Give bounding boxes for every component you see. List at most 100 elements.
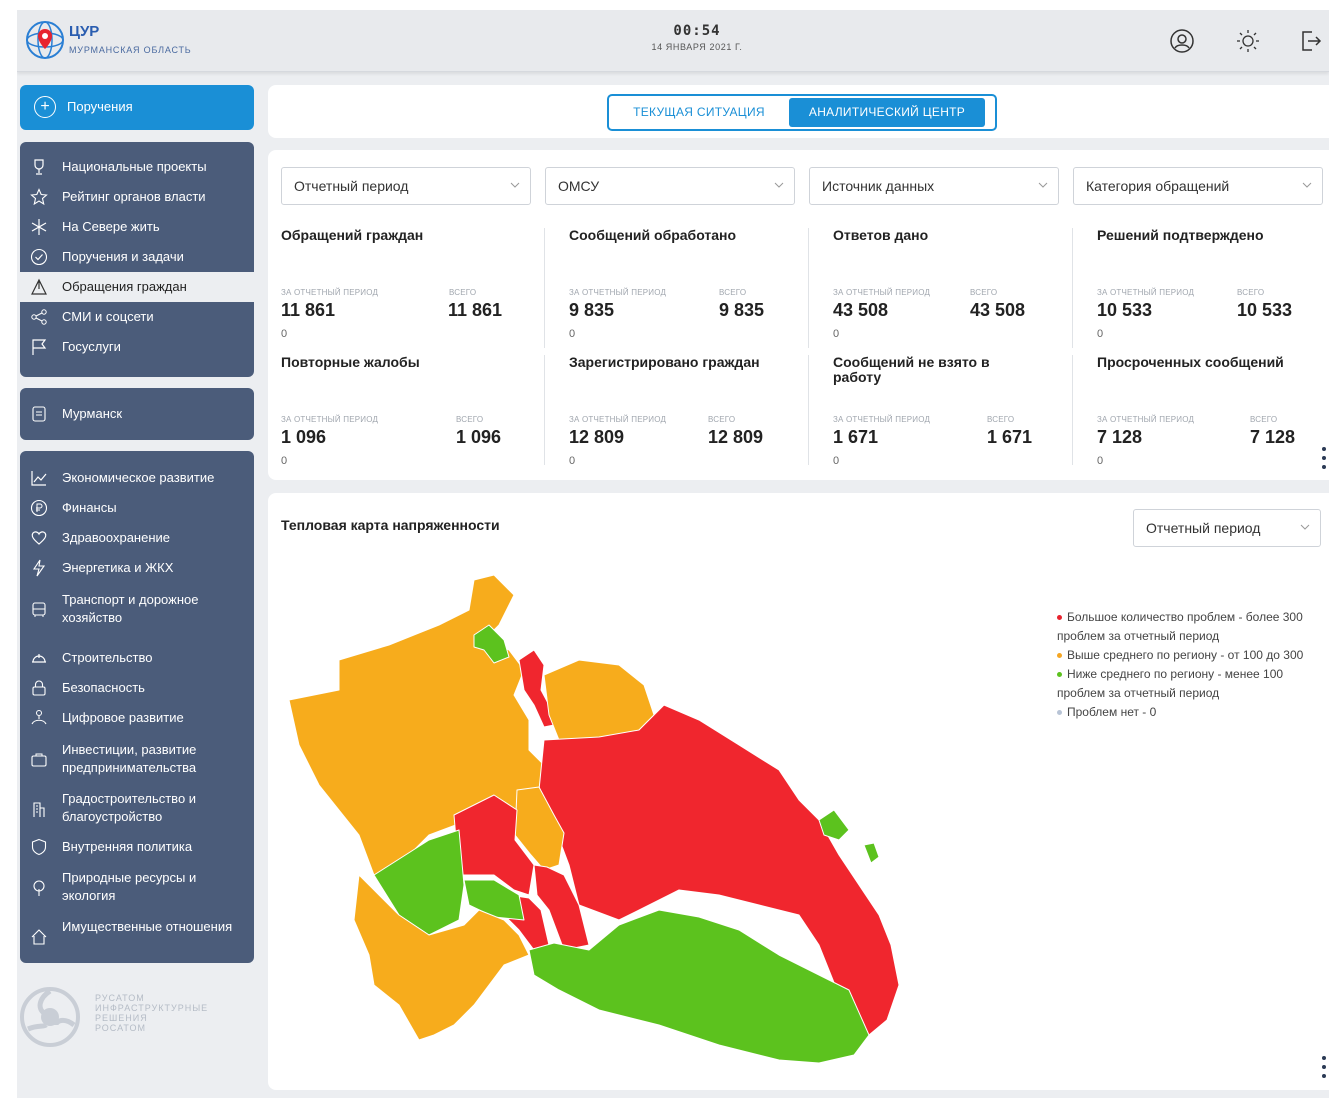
sun-icon[interactable]: [1235, 28, 1261, 54]
chevron-down-icon: [510, 182, 520, 188]
sidebar-item-finance[interactable]: Финансы: [20, 493, 254, 523]
stat-total-label: ВСЕГО: [1237, 288, 1265, 297]
sidebar-item-energy[interactable]: Энергетика и ЖКХ: [20, 553, 254, 583]
stat-period-label: ЗА ОТЧЕТНЫЙ ПЕРИОД: [1097, 415, 1195, 424]
stat-overdue: Просроченных сообщений ЗА ОТЧЕТНЫЙ ПЕРИО…: [1097, 355, 1317, 475]
logout-icon[interactable]: [1297, 28, 1323, 54]
legend-item-below: Ниже среднего по региону - менее 100 про…: [1057, 667, 1284, 700]
bolt-icon: [32, 559, 46, 577]
sidebar-item-urban[interactable]: Градостроительство и благоустройство: [20, 790, 254, 828]
logo-icon[interactable]: [25, 20, 65, 60]
sidebar-item-gosuslugi[interactable]: Госуслуги: [20, 332, 254, 362]
sidebar-item-label: Национальные проекты: [62, 159, 207, 174]
region-northeast[interactable]: [543, 659, 655, 741]
sidebar-item-economy[interactable]: Экономическое развитие: [20, 463, 254, 493]
stat-delta: 0: [569, 328, 576, 340]
stat-title: Решений подтверждено: [1097, 227, 1264, 243]
sidebar-item-label: Госуслуги: [62, 339, 121, 354]
legend-dot: [1057, 615, 1062, 621]
stat-delta: 0: [569, 455, 576, 467]
stat-registered: Зарегистрировано граждан ЗА ОТЧЕТНЫЙ ПЕР…: [569, 355, 815, 475]
region-coast-green-2[interactable]: [863, 842, 880, 864]
stat-total-value: 9 835: [719, 300, 765, 320]
filter-category[interactable]: Категория обращений: [1073, 167, 1323, 205]
tab-current-situation[interactable]: ТЕКУЩАЯ СИТУАЦИЯ: [611, 98, 787, 127]
flag-icon: [32, 339, 47, 355]
sidebar-item-digital[interactable]: Цифровое развитие: [20, 703, 254, 733]
stat-delta: 0: [833, 328, 840, 340]
stat-delta: 0: [1097, 455, 1104, 467]
stat-period-value: 1 671: [833, 427, 879, 447]
stat-period-label: ЗА ОТЧЕТНЫЙ ПЕРИОД: [833, 288, 931, 297]
view-toggle: ТЕКУЩАЯ СИТУАЦИЯ АНАЛИТИЧЕСКИЙ ЦЕНТР: [607, 94, 997, 131]
sidebar-item-label: Здравоохранение: [62, 530, 171, 545]
date: 14 ЯНВАРЯ 2021 Г.: [651, 42, 743, 52]
tab-analytics-center[interactable]: АНАЛИТИЧЕСКИЙ ЦЕНТР: [789, 98, 985, 127]
sidebar-item-transport[interactable]: Транспорт и дорожное хозяйство: [20, 591, 254, 629]
sidebar-item-politics[interactable]: Внутренняя политика: [20, 832, 254, 862]
city-emblem-icon: [32, 406, 46, 422]
star-icon: [30, 188, 48, 206]
helmet-icon: [32, 654, 46, 663]
sidebar-item-ecology[interactable]: Природные ресурсы и экология: [20, 869, 254, 907]
sidebar-group-2: Экономическое развитие Финансы Здравоохр…: [20, 451, 254, 963]
sidebar-item-property[interactable]: Имущественные отношения: [20, 918, 254, 956]
stat-total-value: 7 128: [1250, 427, 1296, 447]
sidebar-item-label: Обращения граждан: [62, 279, 187, 294]
legend-dot: [1057, 672, 1062, 678]
chevron-down-icon: [1038, 182, 1048, 188]
sidebar-item-national-projects[interactable]: Национальные проекты: [20, 152, 254, 182]
stat-period-label: ЗА ОТЧЕТНЫЙ ПЕРИОД: [569, 288, 667, 297]
chart-icon: [31, 471, 47, 486]
sidebar-item-construction[interactable]: Строительство: [20, 643, 254, 673]
sidebar-group-1: Национальные проекты Рейтинг органов вла…: [20, 142, 254, 377]
user-icon[interactable]: [1169, 28, 1195, 54]
sidebar-item-label: Градостроительство и благоустройство: [62, 791, 197, 824]
sidebar-item-security[interactable]: Безопасность: [20, 673, 254, 703]
sidebar-item-tasks[interactable]: Поручения и задачи: [20, 242, 254, 272]
stat-total-value: 43 508: [970, 300, 1026, 320]
legend-item-above: Выше среднего по региону - от 100 до 300: [1057, 646, 1327, 665]
filter-label: Отчетный период: [294, 178, 409, 194]
filter-label: ОМСУ: [558, 178, 600, 194]
stat-title: Обращений граждан: [281, 227, 424, 243]
stat-not-taken: Сообщений не взято в работу ЗА ОТЧЕТНЫЙ …: [833, 355, 1079, 475]
filter-omsu[interactable]: ОМСУ: [545, 167, 795, 205]
sidebar-item-rating[interactable]: Рейтинг органов власти: [20, 182, 254, 212]
chevron-down-icon: [1300, 524, 1310, 530]
stat-period-value: 43 508: [833, 300, 889, 320]
stat-period-value: 9 835: [569, 300, 615, 320]
stat-period-value: 11 861: [281, 300, 336, 320]
ruble-icon: [30, 499, 48, 517]
filter-source[interactable]: Источник данных: [809, 167, 1059, 205]
stat-total-label: ВСЕГО: [719, 288, 747, 297]
sidebar-item-investment[interactable]: Инвестиции, развитие предпринимательства: [20, 741, 254, 779]
divider: [544, 228, 545, 348]
stat-total-label: ВСЕГО: [456, 415, 484, 424]
divider: [808, 355, 809, 465]
stat-delta: 0: [1097, 328, 1104, 340]
sidebar-item-label: Финансы: [62, 500, 117, 515]
sidebar-item-health[interactable]: Здравоохранение: [20, 523, 254, 553]
legend-item-high: Большое количество проблем - более 300 п…: [1057, 610, 1303, 643]
trophy-icon: [34, 159, 44, 175]
sidebar-item-label: Природные ресурсы и экология: [62, 870, 197, 903]
stat-period-value: 1 096: [281, 427, 327, 447]
sidebar-item-appeals[interactable]: Обращения граждан: [20, 272, 254, 302]
heatmap-period-filter[interactable]: Отчетный период: [1133, 509, 1321, 547]
sidebar-item-murmansk[interactable]: Мурманск: [20, 399, 254, 429]
share-icon: [31, 309, 47, 325]
assignments-button[interactable]: + Поручения: [20, 85, 254, 130]
more-menu-icon[interactable]: [1321, 447, 1327, 473]
sidebar-city[interactable]: Мурманск: [20, 388, 254, 440]
house-icon: [31, 929, 47, 945]
lock-icon: [32, 680, 46, 696]
heatmap-more-menu-icon[interactable]: [1321, 1056, 1327, 1082]
snowflake-icon: [31, 219, 47, 235]
sidebar-item-media[interactable]: СМИ и соцсети: [20, 302, 254, 332]
stat-repeat-complaints: Повторные жалобы ЗА ОТЧЕТНЫЙ ПЕРИОД ВСЕГ…: [281, 355, 527, 475]
divider: [1072, 228, 1073, 348]
sidebar-item-north[interactable]: На Севере жить: [20, 212, 254, 242]
filter-period[interactable]: Отчетный период: [281, 167, 531, 205]
stat-delta: 0: [833, 455, 840, 467]
